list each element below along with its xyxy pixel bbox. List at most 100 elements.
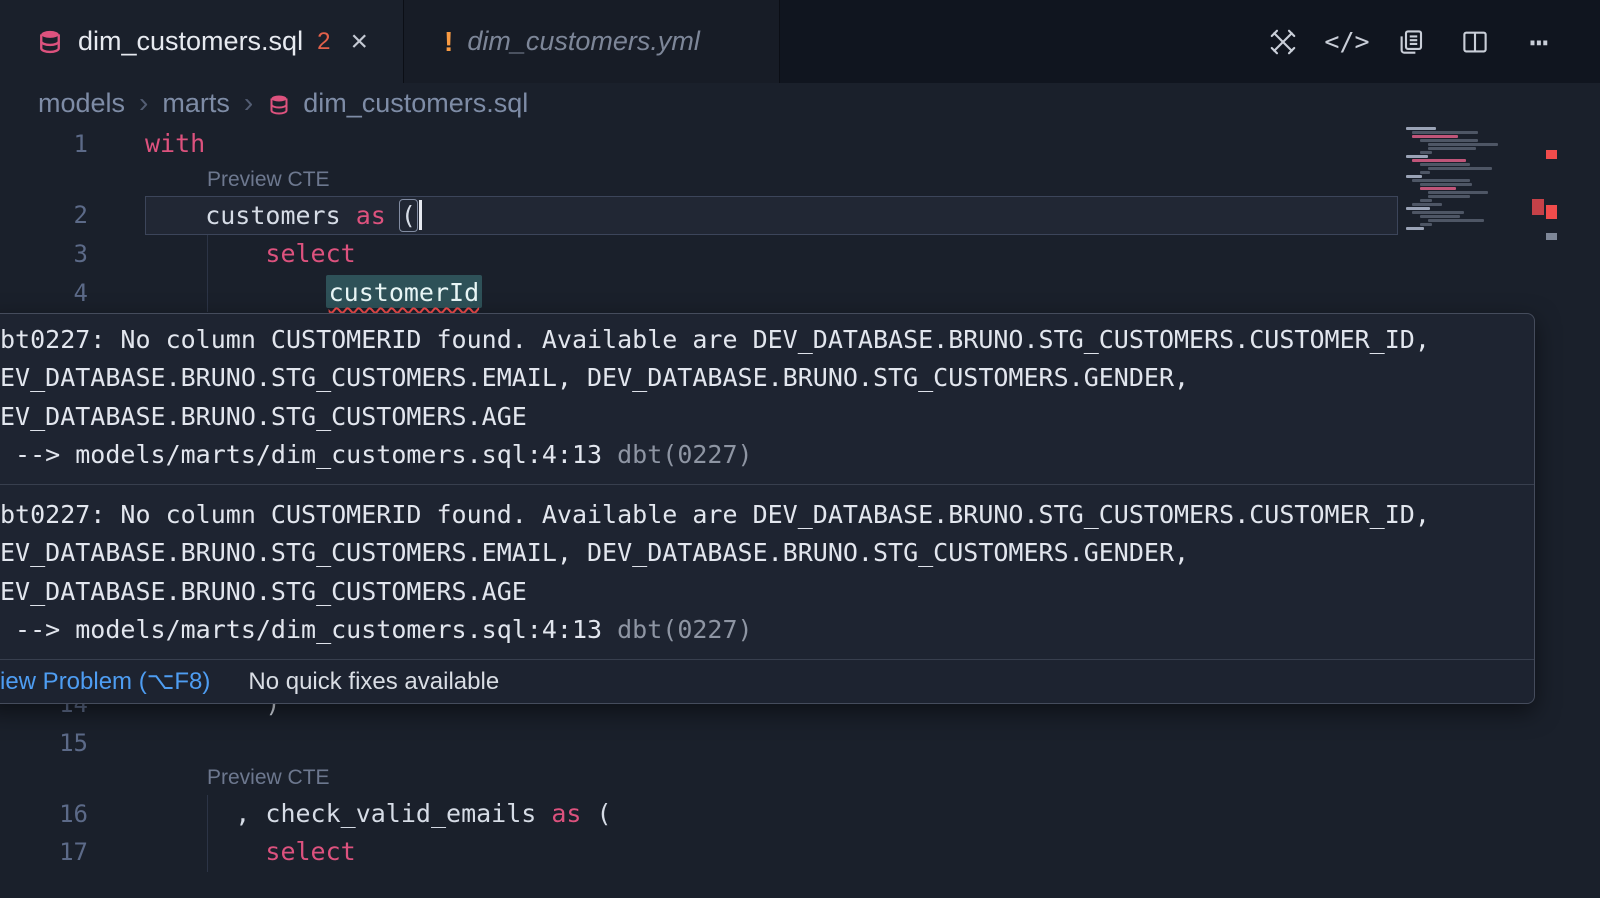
tab-dim-customers-yml[interactable]: ! dim_customers.yml: [403, 0, 780, 83]
minimap-line: [1420, 199, 1432, 202]
minimap-line: [1428, 143, 1498, 146]
error-indicator-icon: !: [444, 26, 453, 58]
minimap-line: [1412, 179, 1470, 182]
code-line-text: select: [145, 235, 1600, 274]
error-text-line: EV_DATABASE.BRUNO.STG_CUSTOMERS.EMAIL, D…: [0, 359, 1514, 397]
no-quick-fixes-label: No quick fixes available: [248, 668, 499, 696]
code-lens-label[interactable]: Preview CTE: [145, 164, 1600, 197]
minimap-line: [1406, 155, 1428, 158]
minimap-line: [1428, 167, 1492, 170]
line-number: 4: [0, 274, 88, 313]
minimap-line: [1420, 183, 1472, 186]
minimap-line: [1420, 139, 1478, 142]
breadcrumb-file[interactable]: dim_customers.sql: [303, 88, 528, 119]
minimap-line: [1420, 223, 1432, 226]
breadcrumb: models › marts › dim_customers.sql: [0, 83, 1600, 123]
split-editor-icon[interactable]: [1458, 25, 1492, 59]
error-text-line: bt0227: No column CUSTOMERID found. Avai…: [0, 496, 1514, 534]
code-line[interactable]: 4 customerId: [0, 274, 1600, 313]
hover-status-bar: iew Problem (⌥F8) No quick fixes availab…: [0, 659, 1534, 703]
editor-actions: </> ⋯: [1266, 0, 1600, 83]
error-text-line: EV_DATABASE.BRUNO.STG_CUSTOMERS.AGE: [0, 573, 1514, 611]
database-icon: [36, 28, 64, 56]
minimap-line: [1406, 175, 1422, 178]
more-actions-icon[interactable]: ⋯: [1522, 25, 1556, 59]
cursor-mark: [1546, 233, 1557, 240]
tab-label: dim_customers.sql: [78, 26, 303, 57]
minimap-line: [1406, 207, 1430, 210]
text-cursor: [419, 200, 422, 230]
minimap-line: [1428, 195, 1470, 198]
line-number: 1: [0, 125, 88, 164]
code-line[interactable]: 15: [0, 724, 1600, 763]
minimap-line: [1412, 131, 1478, 134]
error-mark: [1546, 205, 1557, 219]
minimap-line: [1406, 227, 1424, 230]
error-hover-popup: bt0227: No column CUSTOMERID found. Avai…: [0, 313, 1535, 704]
code-lens[interactable]: Preview CTE: [0, 164, 1600, 197]
code-lens[interactable]: Preview CTE: [0, 762, 1600, 795]
code-line-text: with: [145, 125, 1600, 164]
tab-dim-customers-sql[interactable]: dim_customers.sql 2 ×: [0, 0, 403, 83]
tab-label: dim_customers.yml: [467, 26, 700, 57]
error-text-line: EV_DATABASE.BRUNO.STG_CUSTOMERS.EMAIL, D…: [0, 534, 1514, 572]
minimap-line: [1428, 219, 1484, 222]
error-message: bt0227: No column CUSTOMERID found. Avai…: [0, 484, 1534, 659]
tab-problem-badge: 2: [317, 28, 330, 56]
database-icon: [267, 93, 291, 117]
close-tab-icon[interactable]: ×: [350, 27, 368, 57]
minimap-line: [1406, 127, 1436, 130]
minimap-line: [1428, 191, 1488, 194]
error-text-line: bt0227: No column CUSTOMERID found. Avai…: [0, 321, 1514, 359]
error-text-line: EV_DATABASE.BRUNO.STG_CUSTOMERS.AGE: [0, 398, 1514, 436]
chevron-right-icon: ›: [137, 89, 150, 117]
minimap-line: [1420, 187, 1456, 190]
vscode-window: dim_customers.sql 2 × ! dim_customers.ym…: [0, 0, 1600, 898]
code-line-text: , check_valid_emails as (: [145, 795, 1600, 834]
code-line[interactable]: 2 customers as (: [0, 196, 1600, 235]
code-line[interactable]: 17 select: [0, 833, 1600, 872]
line-number: 2: [0, 196, 88, 235]
code-line[interactable]: 3 select: [0, 235, 1600, 274]
minimap-line: [1412, 203, 1442, 206]
line-number: 17: [0, 833, 88, 872]
indent-guide: [207, 235, 208, 312]
code-editor[interactable]: 1withPreview CTE2customers as (3select4c…: [0, 123, 1600, 898]
line-number: 15: [0, 724, 88, 763]
breadcrumb-models[interactable]: models: [38, 88, 125, 119]
error-mark: [1546, 150, 1557, 159]
minimap-line: [1420, 215, 1460, 218]
code-line-text: select: [145, 833, 1600, 872]
minimap-line: [1420, 171, 1430, 174]
overview-ruler: [1546, 123, 1557, 898]
line-number: 3: [0, 235, 88, 274]
code-line[interactable]: 1 with: [0, 125, 1600, 164]
line-number: 16: [0, 795, 88, 834]
error-message: bt0227: No column CUSTOMERID found. Avai…: [0, 314, 1534, 484]
code-lens-label[interactable]: Preview CTE: [145, 762, 1600, 795]
error-file-location[interactable]: --> models/marts/dim_customers.sql:4:13: [0, 615, 617, 644]
minimap-line: [1412, 135, 1458, 138]
minimap[interactable]: [1404, 125, 1544, 235]
copy-icon[interactable]: [1394, 25, 1428, 59]
minimap-error-marker: [1532, 199, 1544, 215]
dbt-cross-icon[interactable]: [1266, 25, 1300, 59]
error-location-line: --> models/marts/dim_customers.sql:4:13 …: [0, 611, 1514, 649]
code-line-text: customerId: [145, 274, 1600, 313]
minimap-line: [1420, 163, 1470, 166]
code-line[interactable]: 16 , check_valid_emails as (: [0, 795, 1600, 834]
breadcrumb-marts[interactable]: marts: [162, 88, 230, 119]
chevron-right-icon: ›: [242, 89, 255, 117]
minimap-line: [1420, 151, 1432, 154]
view-problem-link[interactable]: iew Problem (⌥F8): [0, 667, 210, 696]
code-line-text: customers as (: [145, 196, 1600, 235]
error-code: dbt(0227): [617, 440, 752, 469]
minimap-line: [1412, 159, 1466, 162]
error-file-location[interactable]: --> models/marts/dim_customers.sql:4:13: [0, 440, 617, 469]
editor-tab-bar: dim_customers.sql 2 × ! dim_customers.ym…: [0, 0, 1600, 83]
minimap-line: [1412, 211, 1464, 214]
indent-guide: [207, 795, 208, 872]
error-token[interactable]: customerId: [326, 275, 483, 308]
minimap-line: [1428, 147, 1476, 150]
code-icon[interactable]: </>: [1330, 25, 1364, 59]
